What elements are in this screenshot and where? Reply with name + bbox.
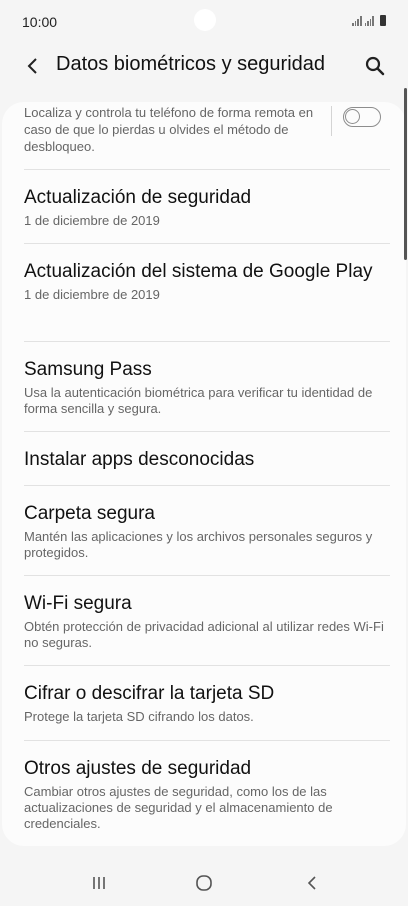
item-subtitle: 1 de diciembre de 2019 (24, 213, 160, 228)
divider (24, 169, 390, 170)
item-subtitle: Mantén las aplicaciones y los archivos p… (24, 529, 373, 560)
back-button[interactable] (20, 50, 46, 82)
signal-strength-icon (352, 16, 362, 26)
install-unknown-apps-item[interactable]: Instalar apps desconocidas (24, 448, 390, 471)
divider (24, 575, 390, 576)
battery-icon (380, 15, 386, 26)
back-icon (307, 876, 316, 890)
divider (24, 341, 390, 342)
item-title: Wi-Fi segura (24, 593, 132, 614)
encrypt-sd-card-item[interactable]: Cifrar o descifrar la tarjeta SD Protege… (24, 682, 390, 725)
divider (24, 485, 390, 486)
status-time: 10:00 (22, 14, 58, 30)
page-title: Datos biométricos y seguridad (56, 53, 326, 75)
vertical-divider (331, 106, 332, 136)
other-security-settings-item[interactable]: Otros ajustes de seguridad Cambiar otros… (24, 757, 390, 832)
navigation-bar (0, 858, 408, 906)
home-icon (196, 875, 212, 891)
chevron-left-icon (27, 58, 37, 74)
item-title: Samsung Pass (24, 359, 152, 380)
status-icons (352, 15, 386, 26)
item-subtitle: Obtén protección de privacidad adicional… (24, 619, 384, 650)
settings-list: Localiza y controla tu teléfono de forma… (2, 102, 406, 846)
front-camera-cutout (194, 9, 216, 31)
signal-strength-icon-2 (364, 16, 374, 26)
divider (24, 431, 390, 432)
app-bar: Datos biométricos y seguridad (0, 44, 408, 88)
item-title: Cifrar o descifrar la tarjeta SD (24, 683, 275, 704)
recents-icon (93, 877, 105, 889)
item-title: Actualización del sistema de Google Play (24, 261, 373, 282)
find-my-mobile-description: Localiza y controla tu teléfono de forma… (24, 105, 314, 154)
nav-back-button[interactable] (292, 868, 332, 898)
item-subtitle: Protege la tarjeta SD cifrando los datos… (24, 709, 254, 724)
find-my-mobile-toggle[interactable] (343, 107, 381, 127)
item-subtitle: 1 de diciembre de 2019 (24, 287, 160, 302)
item-subtitle: Usa la autenticación biométrica para ver… (24, 385, 373, 416)
item-title: Carpeta segura (24, 503, 155, 524)
search-button[interactable] (362, 50, 388, 82)
divider (24, 740, 390, 741)
security-update-item[interactable]: Actualización de seguridad 1 de diciembr… (24, 186, 390, 229)
recents-button[interactable] (79, 868, 119, 898)
divider (24, 243, 390, 244)
item-title: Actualización de seguridad (24, 187, 252, 208)
status-bar: 10:00 (0, 0, 408, 44)
toggle-knob (345, 109, 360, 124)
samsung-pass-item[interactable]: Samsung Pass Usa la autenticación biomét… (24, 358, 390, 417)
secure-folder-item[interactable]: Carpeta segura Mantén las aplicaciones y… (24, 502, 390, 561)
secure-wifi-item[interactable]: Wi-Fi segura Obtén protección de privaci… (24, 592, 390, 651)
item-subtitle: Cambiar otros ajustes de seguridad, como… (24, 784, 333, 831)
home-button[interactable] (184, 868, 224, 898)
scrollbar[interactable] (404, 88, 407, 260)
divider (24, 665, 390, 666)
google-play-system-update-item[interactable]: Actualización del sistema de Google Play… (24, 260, 390, 303)
item-title: Otros ajustes de seguridad (24, 758, 252, 779)
search-icon (365, 56, 385, 76)
item-title: Instalar apps desconocidas (24, 449, 255, 470)
